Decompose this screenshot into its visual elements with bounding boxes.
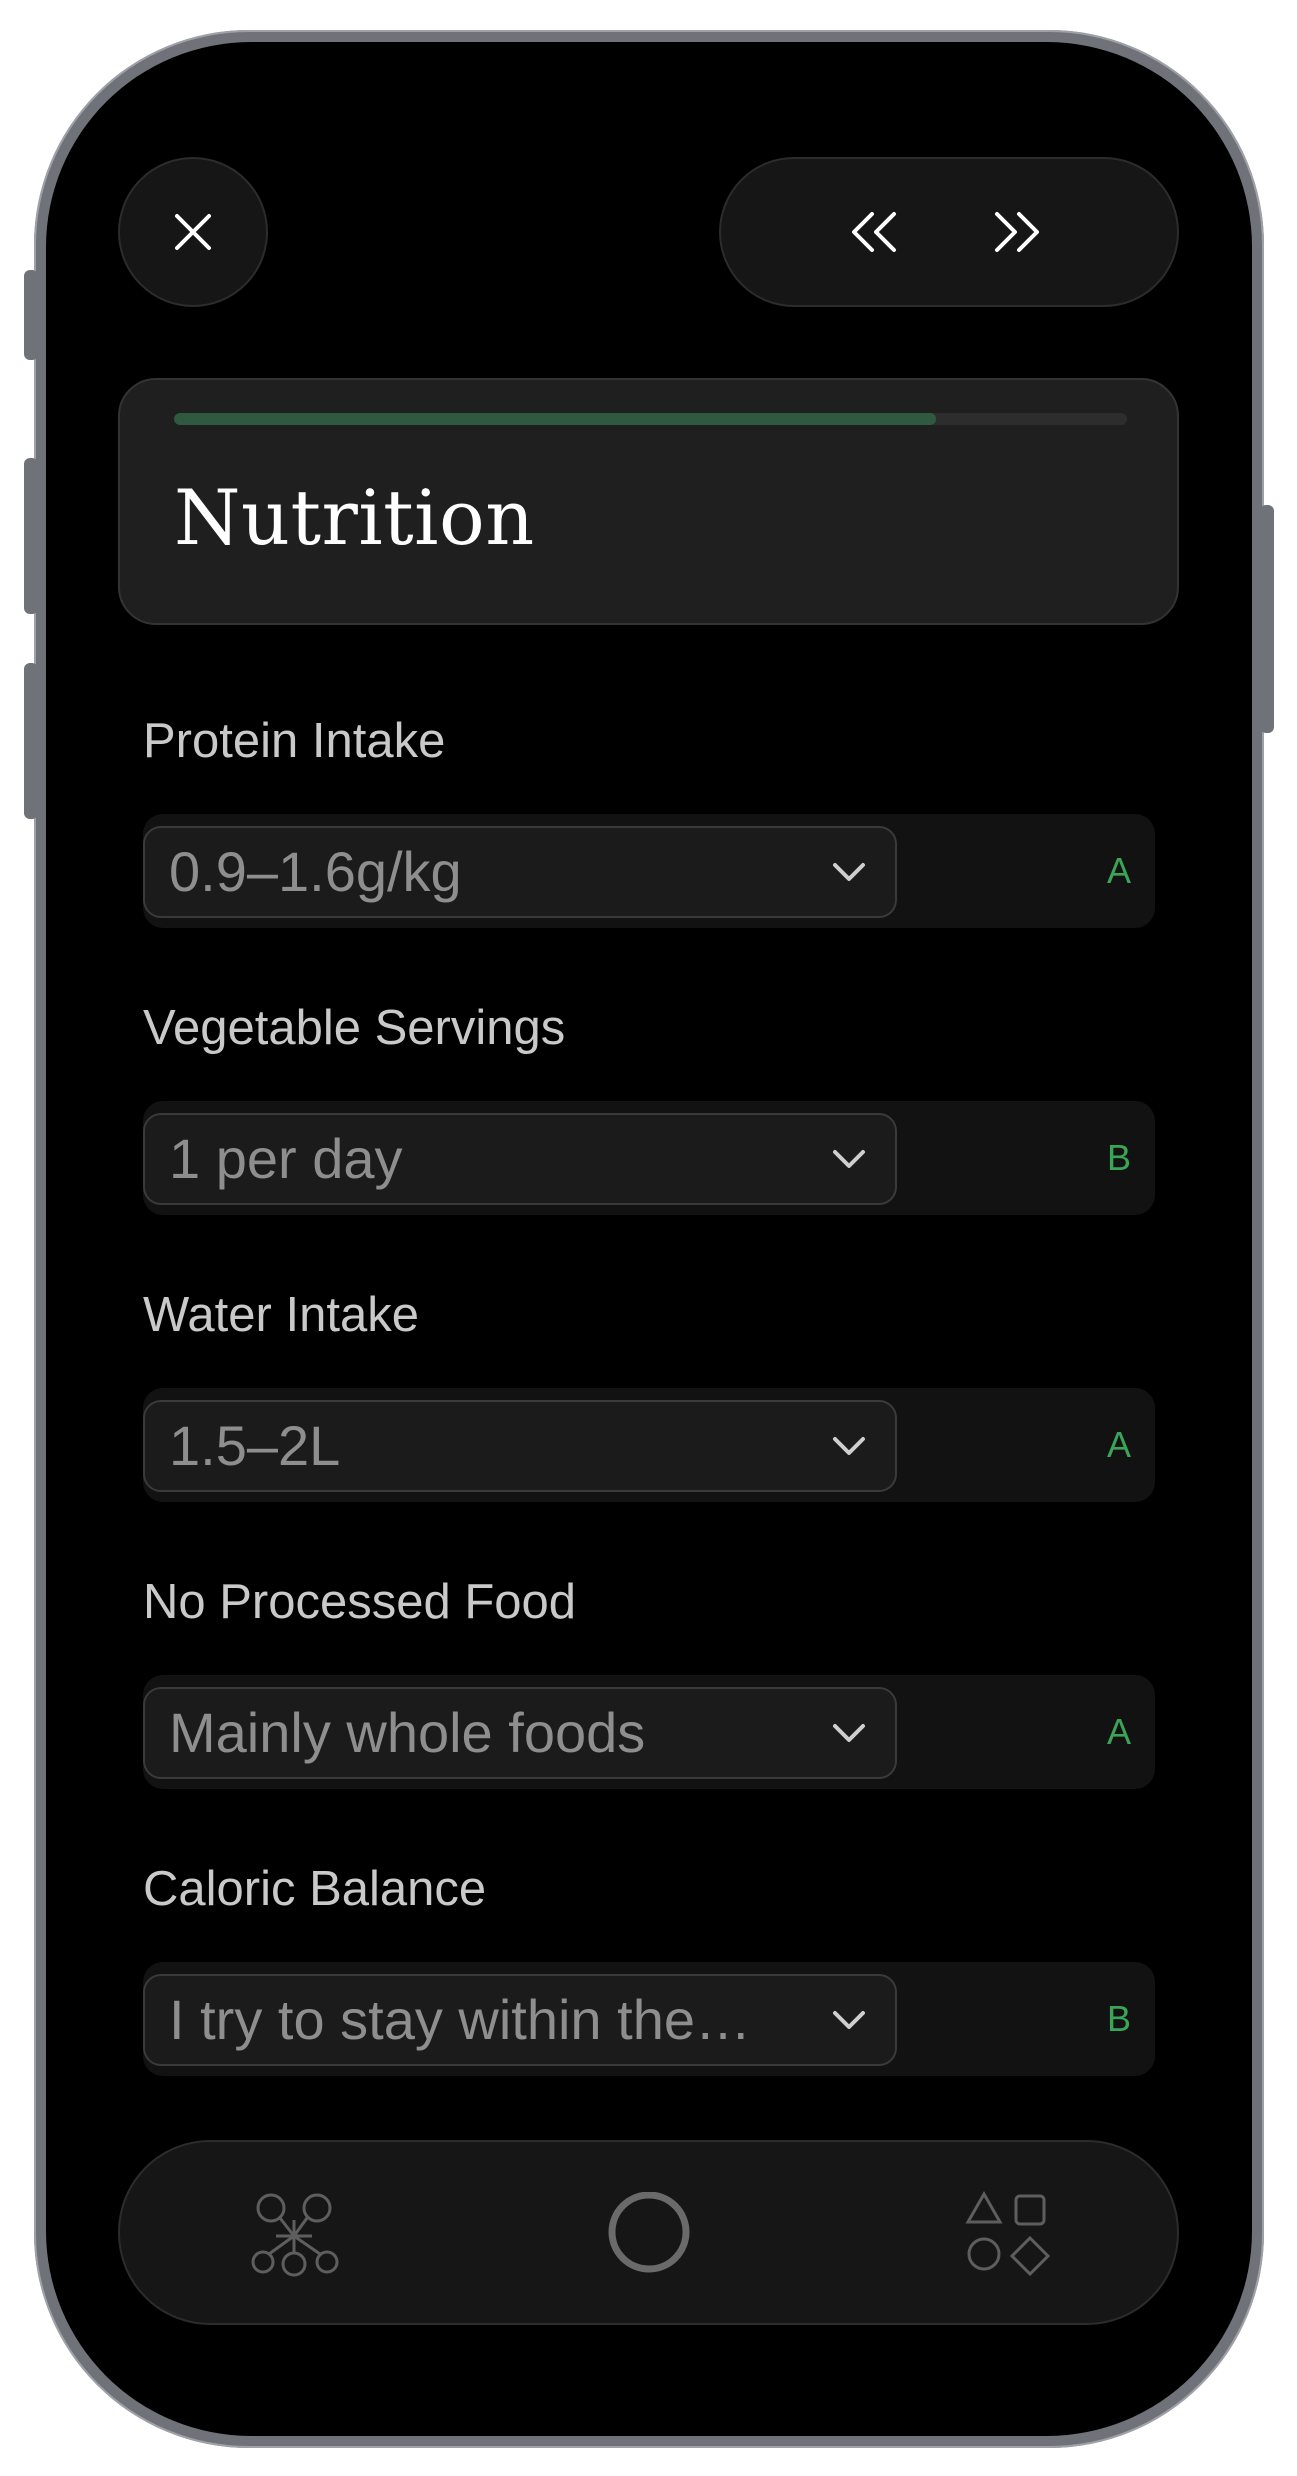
close-button[interactable]: [118, 157, 268, 307]
double-chevron-right-icon: [995, 212, 1039, 252]
next-section-button[interactable]: [985, 201, 1047, 263]
close-icon: [175, 214, 211, 250]
app-screen: Nutrition Protein Intake 0.9–1.6g/kg A Vege…: [46, 42, 1252, 2436]
section-header-card: Nutrition: [118, 378, 1179, 625]
question-label: Protein Intake: [143, 714, 446, 768]
chevron-down-icon: [833, 1150, 865, 1168]
question-item: Caloric Balance I try to stay within the……: [143, 1854, 1155, 2076]
answer-dropdown-value: 0.9–1.6g/kg: [169, 840, 462, 903]
grade-badge: A: [1106, 1711, 1131, 1752]
question-label: No Processed Food: [143, 1575, 577, 1629]
network-graph-icon: [251, 2193, 339, 2277]
progress-bar-fill: [174, 413, 937, 425]
answer-row: 1.5–2L A: [143, 1388, 1155, 1502]
question-item: Vegetable Servings 1 per day B: [143, 993, 1155, 1215]
question-label: Caloric Balance: [143, 1862, 487, 1916]
answer-dropdown[interactable]: Mainly whole foods: [143, 1687, 897, 1779]
chevron-down-icon: [833, 2011, 865, 2029]
question-item: Water Intake 1.5–2L A: [143, 1280, 1155, 1502]
tab-network[interactable]: [251, 2190, 341, 2280]
answer-dropdown[interactable]: 1.5–2L: [143, 1400, 897, 1492]
answer-row: 1 per day B: [143, 1101, 1155, 1215]
grade-badge: A: [1106, 850, 1131, 891]
answer-row: I try to stay within the… B: [143, 1962, 1155, 2076]
answer-dropdown[interactable]: 0.9–1.6g/kg: [143, 826, 897, 918]
answer-dropdown[interactable]: I try to stay within the…: [143, 1974, 897, 2066]
circle-home-icon: [608, 2191, 690, 2273]
double-chevron-left-icon: [852, 212, 896, 252]
chevron-down-icon: [833, 1724, 865, 1742]
chevron-down-icon: [833, 1437, 865, 1455]
chevron-down-icon: [833, 863, 865, 881]
question-label: Vegetable Servings: [143, 1001, 566, 1055]
answer-dropdown-value: Mainly whole foods: [169, 1701, 646, 1764]
side-button-volume-up: [24, 458, 38, 614]
side-button-action: [24, 270, 38, 360]
question-item: No Processed Food Mainly whole foods A: [143, 1567, 1155, 1789]
grade-badge: A: [1106, 1424, 1131, 1465]
shapes-icon: [965, 2190, 1051, 2277]
section-navigation: [719, 157, 1179, 307]
answer-dropdown[interactable]: 1 per day: [143, 1113, 897, 1205]
answer-row: 0.9–1.6g/kg A: [143, 814, 1155, 928]
answer-dropdown-value: 1.5–2L: [169, 1414, 341, 1477]
answer-dropdown-value: I try to stay within the…: [169, 1988, 751, 2051]
previous-section-button[interactable]: [844, 201, 906, 263]
tab-shapes[interactable]: [964, 2190, 1054, 2280]
side-button-volume-down: [24, 663, 38, 819]
answer-row: Mainly whole foods A: [143, 1675, 1155, 1789]
side-button-power: [1260, 505, 1274, 733]
page-title: Nutrition: [174, 473, 535, 562]
tab-home[interactable]: [604, 2191, 694, 2282]
bottom-navigation-bar: [118, 2140, 1179, 2325]
question-label: Water Intake: [143, 1288, 419, 1342]
answer-dropdown-value: 1 per day: [169, 1127, 403, 1190]
grade-badge: B: [1106, 1137, 1131, 1178]
question-item: Protein Intake 0.9–1.6g/kg A: [143, 706, 1155, 928]
progress-bar: [174, 413, 1127, 425]
grade-badge: B: [1106, 1998, 1131, 2039]
